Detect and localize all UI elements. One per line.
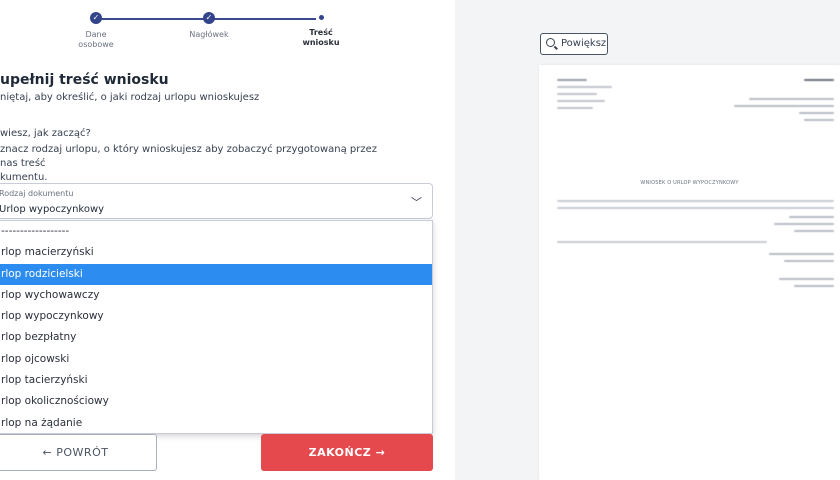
- document-preview: WNIOSEK O URLOP WYPOCZYNKOWY: [539, 65, 840, 480]
- step-label: osobowe: [78, 40, 114, 49]
- chevron-down-icon: ﹀: [411, 196, 422, 209]
- step-label: Nagłówek: [189, 30, 229, 39]
- hint-line: znacz rodzaj urlopu, o który wnioskujesz…: [0, 144, 378, 169]
- step-header[interactable]: ✓ Nagłówek: [164, 10, 254, 40]
- page-subtitle: niętaj, aby określić, o jaki rodzaj urlo…: [0, 92, 260, 103]
- page-title: upełnij treść wniosku: [0, 72, 169, 88]
- dropdown-option[interactable]: rlop tacierzyński: [0, 370, 432, 391]
- check-icon: ✓: [90, 12, 102, 24]
- stepper: ✓ Dane osobowe ✓ Nagłówek Treść wniosku: [60, 10, 360, 60]
- step-label: Treść: [309, 28, 333, 37]
- dropdown-option[interactable]: rlop ojcowski: [0, 349, 432, 370]
- zoom-button[interactable]: Powiększ: [540, 33, 608, 55]
- dropdown-option[interactable]: rlop na żądanie: [0, 413, 432, 434]
- form-panel: ✓ Dane osobowe ✓ Nagłówek Treść wniosku …: [0, 0, 455, 480]
- step-label: Dane: [85, 30, 107, 39]
- search-icon: [546, 38, 555, 47]
- dropdown-option[interactable]: rlop wypoczynkowy: [0, 306, 432, 327]
- zoom-label: Powiększ: [561, 38, 607, 49]
- step-personal-data[interactable]: ✓ Dane osobowe: [51, 10, 141, 50]
- document-type-select[interactable]: Rodzaj dokumentu Urlop wypoczynkowy ﹀: [0, 183, 433, 219]
- dropdown-option[interactable]: ------------------: [0, 221, 432, 242]
- dropdown-list: ------------------ rlop macierzyński rlo…: [0, 220, 433, 434]
- step-content[interactable]: Treść wniosku: [276, 10, 366, 48]
- current-step-dot: [318, 15, 324, 20]
- dropdown-option[interactable]: rlop bezpłatny: [0, 327, 432, 348]
- hint-question: wiesz, jak zacząć?: [0, 128, 91, 139]
- select-value: Urlop wypoczynkowy: [0, 204, 105, 215]
- dropdown-option[interactable]: rlop okolicznościowy: [0, 391, 432, 412]
- finish-button[interactable]: ZAKOŃCZ →: [261, 434, 433, 471]
- document-title: WNIOSEK O URLOP WYPOCZYNKOWY: [640, 180, 739, 186]
- dropdown-option[interactable]: rlop wychowawczy: [0, 285, 432, 306]
- dropdown-option-selected[interactable]: rlop rodzicielski: [0, 263, 432, 285]
- select-label: Rodzaj dokumentu: [0, 189, 74, 198]
- step-label: wniosku: [302, 38, 340, 47]
- back-button[interactable]: ← POWRÓT: [0, 434, 157, 471]
- check-icon: ✓: [203, 12, 215, 24]
- dropdown-option[interactable]: rlop macierzyński: [0, 242, 432, 263]
- preview-panel: Powiększ WNIOSEK O URLOP WYPOCZYNKOWY: [455, 0, 840, 480]
- hint-text: znacz rodzaj urlopu, o który wnioskujesz…: [0, 143, 395, 185]
